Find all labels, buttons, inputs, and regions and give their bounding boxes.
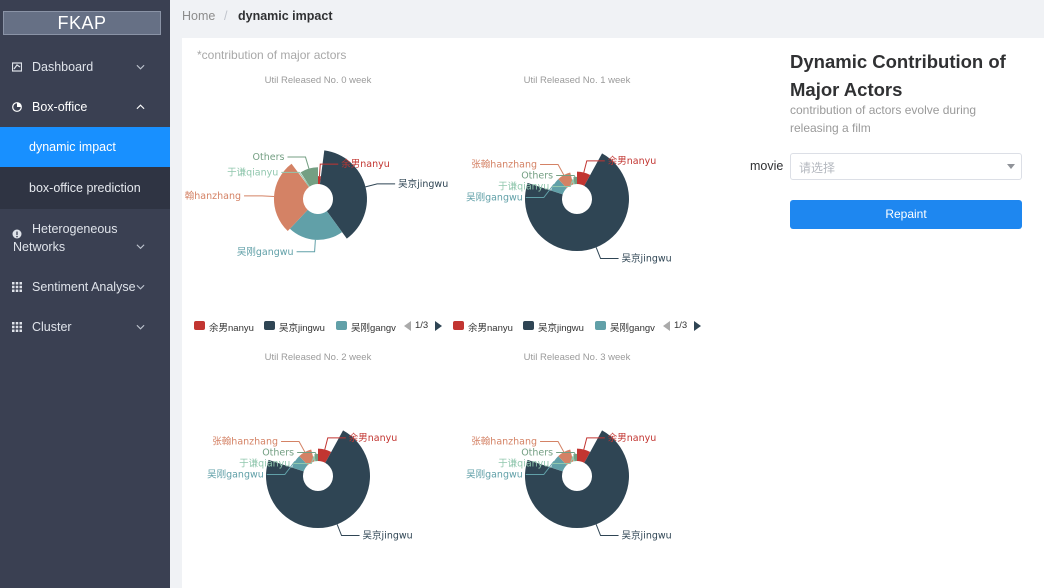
slice-label-nanyu: 余男nanyu	[349, 432, 398, 444]
slice-label-hanzhang: 张翰hanzhang	[471, 159, 537, 171]
sidebar: FKAP Dashboard Box-office dynamic impact…	[0, 0, 170, 588]
legend-page: 1/3	[674, 320, 688, 331]
legend-swatch	[523, 321, 534, 330]
breadcrumb-current: dynamic impact	[238, 9, 333, 23]
legend-swatch	[264, 321, 275, 330]
sidebar-item-label: Dashboard	[32, 60, 94, 74]
legend-item[interactable]: 吴刚gangv	[610, 320, 655, 334]
submenu-item-box-office-prediction[interactable]: box-office prediction	[0, 168, 170, 208]
slice-label-gangwu: 吴刚gangwu	[207, 470, 264, 481]
slice-label-others: Others	[253, 152, 285, 163]
slice-label-qianyu: 于谦qianyu	[227, 166, 278, 178]
sidebar-item-label: Sentiment Analyse	[32, 280, 136, 294]
slice-label-gangwu: 吴刚gangwu	[466, 470, 523, 481]
slice-label-hanzhang: 张翰hanzhang	[212, 436, 278, 448]
slice-label-qianyu: 于谦qianyu	[498, 458, 549, 470]
slice-label-gangwu: 吴刚gangwu	[466, 193, 523, 204]
leader-line	[244, 195, 275, 198]
network-icon	[12, 229, 22, 239]
sidebar-item-label: Cluster	[32, 320, 72, 334]
slice-label-qianyu: 于谦qianyu	[498, 181, 549, 193]
slice-label-others: Others	[521, 171, 553, 182]
repaint-button[interactable]: Repaint	[790, 200, 1022, 229]
sidebar-item-cluster[interactable]: Cluster	[0, 312, 170, 342]
movie-select[interactable]: 请选择	[790, 153, 1022, 180]
page-subtitle: contribution of actors evolve during rel…	[790, 103, 977, 135]
sidebar-item-label-line2: Networks	[13, 240, 66, 254]
app-logo[interactable]: FKAP	[3, 11, 161, 35]
legend-swatch	[194, 321, 205, 330]
leader-line	[595, 247, 619, 260]
legend-next-icon[interactable]	[435, 321, 442, 331]
page-title: Dynamic Contribution of Major Actors	[790, 51, 1006, 100]
legend-prev-icon[interactable]	[663, 321, 670, 331]
leader-line	[365, 183, 396, 188]
slice-label-nanyu: 余男nanyu	[341, 158, 390, 170]
grid-icon	[12, 282, 22, 292]
slice-label-jingwu: 吴京jingwu	[622, 253, 672, 265]
chevron-up-icon	[136, 104, 145, 110]
submenu-item-dynamic-impact[interactable]: dynamic impact	[0, 127, 170, 167]
leader-line	[595, 524, 619, 537]
slice-label-hanzhang: 翰hanzhang	[185, 190, 241, 202]
slice-label-others: Others	[262, 448, 294, 459]
slice-label-nanyu: 余男nanyu	[608, 432, 657, 444]
chevron-down-icon	[136, 64, 145, 70]
rose-slice-jingwu	[525, 430, 629, 528]
legend-page: 1/3	[415, 320, 429, 331]
legend-item[interactable]: 吴京jingwu	[279, 320, 325, 334]
rose-slice-jingwu	[525, 153, 630, 251]
legend-item[interactable]: 余男nanyu	[209, 320, 254, 334]
slice-label-jingwu: 吴京jingwu	[363, 530, 413, 542]
leader-line	[336, 524, 360, 537]
legend-next-icon[interactable]	[694, 321, 701, 331]
slice-label-jingwu: 吴京jingwu	[622, 530, 672, 542]
legend-swatch	[336, 321, 347, 330]
slice-label-gangwu: 吴刚gangwu	[237, 247, 294, 258]
legend-swatch	[453, 321, 464, 330]
pie-icon	[12, 102, 22, 112]
sidebar-item-label: Heterogeneous	[32, 222, 118, 236]
sidebar-item-sentiment-analyse[interactable]: Sentiment Analyse	[0, 272, 170, 302]
breadcrumb-separator: /	[224, 9, 228, 23]
sidebar-item-dashboard[interactable]: Dashboard	[0, 52, 170, 82]
slice-label-hanzhang: 张翰hanzhang	[471, 436, 537, 448]
submenu-item-label: box-office prediction	[29, 181, 141, 195]
sidebar-item-box-office[interactable]: Box-office	[0, 92, 170, 122]
slice-label-nanyu: 余男nanyu	[608, 155, 657, 167]
caret-down-icon[interactable]	[1007, 164, 1015, 169]
dashboard-icon	[12, 62, 22, 72]
rose-slice-jingwu	[266, 430, 371, 528]
legend-item[interactable]: 吴京jingwu	[538, 320, 584, 334]
sidebar-item-heterogeneous-networks[interactable]: Heterogeneous Networks	[0, 218, 170, 258]
chart-legend-week-0: 余男nanyu 吴京jingwu 吴刚gangv 1/3	[194, 320, 449, 334]
rose-charts: 余男nanyu 吴京jingwu 吴刚gangwu 翰hanzhang 于谦qianyu…	[185, 150, 672, 542]
sidebar-item-label: Box-office	[32, 100, 88, 114]
chevron-down-icon	[136, 284, 145, 290]
legend-item[interactable]: 余男nanyu	[468, 320, 513, 334]
leader-line	[296, 239, 316, 253]
legend-item[interactable]: 吴刚gangv	[351, 320, 396, 334]
chevron-down-icon	[136, 324, 145, 330]
slice-label-qianyu: 于谦qianyu	[239, 458, 290, 470]
legend-swatch	[595, 321, 606, 330]
slice-label-jingwu: 吴京jingwu	[398, 178, 448, 190]
legend-prev-icon[interactable]	[404, 321, 411, 331]
grid-icon	[12, 322, 22, 332]
header: Home / dynamic impact	[170, 0, 1044, 32]
chevron-down-icon	[136, 244, 145, 250]
movie-label: movie	[750, 159, 784, 173]
submenu-item-label: dynamic impact	[29, 140, 116, 154]
movie-select-placeholder: 请选择	[799, 161, 836, 175]
breadcrumb-home[interactable]: Home	[182, 9, 215, 23]
chart-legend-week-1: 余男nanyu 吴京jingwu 吴刚gangv 1/3	[453, 320, 708, 334]
slice-label-others: Others	[521, 448, 553, 459]
